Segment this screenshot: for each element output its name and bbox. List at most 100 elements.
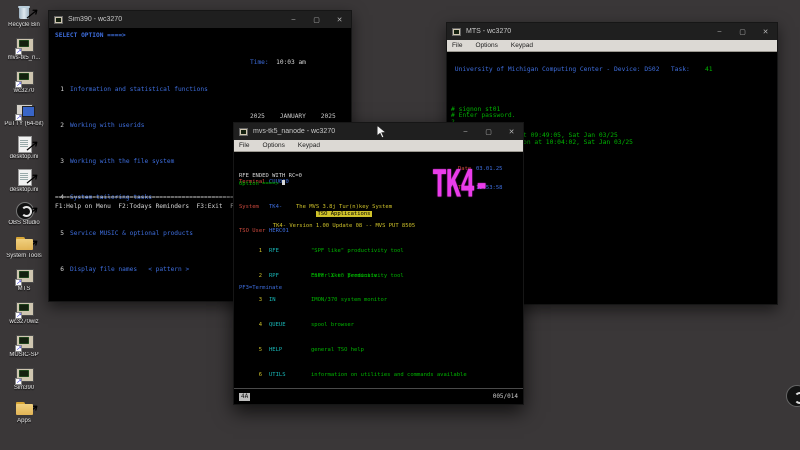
rfe-status-message: RFE ENDED WITH RC=0 — [239, 173, 302, 179]
menu-option-number: 1 — [55, 85, 64, 94]
menu-item[interactable]: Options — [470, 42, 505, 49]
menu-item[interactable]: File — [234, 142, 257, 149]
menu-option-row[interactable]: 3 Working with the file system — [55, 157, 212, 166]
menu-option-number: 5 — [55, 229, 64, 238]
shortcut-arrow-icon — [15, 279, 22, 286]
maximize-button[interactable]: ▢ — [305, 11, 328, 28]
desktop-icon-image — [12, 334, 36, 352]
close-button[interactable]: ✕ — [328, 11, 351, 28]
desktop-icon-image — [12, 37, 36, 55]
tso-app-name: UTILS — [269, 372, 311, 378]
close-button[interactable]: ✕ — [500, 123, 523, 140]
mts-banner: University of Michigan Computing Center … — [451, 67, 713, 74]
sim390-titlebar[interactable]: Sim390 - wc3270 – ▢ ✕ — [49, 11, 351, 28]
desktop-icon-image — [12, 268, 36, 286]
tso-app-row[interactable]: 6 UTILSinformation on utilities and comma… — [256, 372, 467, 378]
minimize-button[interactable]: – — [454, 123, 477, 140]
wc3270-app-icon — [54, 16, 63, 24]
menu-option-row[interactable]: 6 Display file names < pattern > — [55, 265, 212, 274]
menu-option-row[interactable]: 1 Information and statistical functions — [55, 85, 212, 94]
maximize-button[interactable]: ▢ — [477, 123, 500, 140]
desktop-icon[interactable]: System Tools — [2, 235, 46, 268]
menu-option-row[interactable]: 5Service MUSIC & optional products — [55, 229, 212, 238]
tso-app-name: IN — [269, 297, 311, 303]
minimize-button[interactable]: – — [282, 11, 305, 28]
menu-option-number: 3 — [55, 157, 64, 166]
tso-app-row[interactable]: 4QUEUEspool browser — [256, 322, 467, 328]
tso-app-description: IMON/370 system monitor — [311, 297, 387, 303]
menu-option-number: 2 — [55, 121, 64, 130]
desktop-icon[interactable]: desktop.ini — [2, 136, 46, 169]
tso-app-description: spool browser — [311, 322, 354, 328]
desktop-icon-image — [12, 70, 36, 88]
mts-titlebar[interactable]: MTS - wc3270 – ▢ ✕ — [447, 23, 777, 40]
desktop-icon-label: MTS — [2, 286, 46, 292]
menu-option-label: Display file names < pattern > — [70, 266, 189, 273]
calendar-blank-row — [250, 85, 347, 94]
menu-item[interactable]: Keypad — [506, 42, 541, 49]
tso-app-name: RPF — [269, 273, 311, 279]
desktop-icon-label: PuTTY (64-bit) — [2, 121, 46, 127]
desktop-icon-image — [12, 136, 36, 154]
tso-app-number: 4 — [256, 322, 262, 328]
tso-app-number: 1 — [256, 248, 262, 254]
desktop-icon-label: wc3270 — [2, 88, 46, 94]
desktop-icon-image — [12, 367, 36, 385]
select-option-prompt: SELECT OPTION ====> — [55, 31, 126, 40]
tso-app-row[interactable]: 3 INIMON/370 system monitor — [256, 297, 467, 303]
desktop-icon[interactable]: Sim390 — [2, 367, 46, 400]
menu-option-number: 6 — [55, 265, 64, 274]
obs-icon-partial[interactable] — [786, 385, 800, 407]
desktop-icon-column: Recycle Bin mvs-tk5_n... wc3270 PuTTY (6… — [2, 4, 46, 433]
desktop-icon[interactable]: Recycle Bin — [2, 4, 46, 37]
shortcut-arrow-icon — [15, 48, 22, 55]
tso-app-number: 3 — [256, 297, 262, 303]
tso-app-description: information on utilities and commands av… — [311, 372, 467, 378]
tso-app-number: 5 — [256, 347, 262, 353]
menu-option-label: Working with the file system — [70, 158, 174, 165]
desktop-icon-label: mvs-tk5_n... — [2, 55, 46, 61]
desktop-icon-image — [12, 235, 36, 253]
tk4-logo: TK4- — [432, 180, 488, 189]
menu-option-row[interactable]: 2 Working with userids — [55, 121, 212, 130]
tk4-window[interactable]: mvs-tk5_nanode - wc3270 – ▢ ✕ FileOption… — [233, 122, 524, 405]
tso-app-number: 6 — [256, 372, 262, 378]
function-key-bar: F1:Help on Menu F2:Todays Reminders F3:E… — [55, 202, 238, 211]
operator-information-area: 4A 005/014 — [234, 388, 523, 404]
time-row: Time: 10:03 am — [250, 58, 347, 67]
desktop-icon-image — [12, 400, 36, 418]
desktop-icon[interactable]: desktop.ini — [2, 169, 46, 202]
close-button[interactable]: ✕ — [754, 23, 777, 40]
menu-item[interactable]: Keypad — [293, 142, 328, 149]
desktop-icon[interactable]: Apps — [2, 400, 46, 433]
desktop-icon[interactable]: PuTTY (64-bit) — [2, 103, 46, 136]
menu-option-label: Working with userids — [70, 122, 145, 129]
desktop-icon-image — [12, 301, 36, 319]
desktop-icon[interactable]: mvs-tk5_n... — [2, 37, 46, 70]
mouse-cursor — [376, 124, 387, 144]
desktop-icon[interactable]: wc3270 — [2, 70, 46, 103]
tso-app-number: 2 — [256, 273, 262, 279]
tso-app-row[interactable]: 1RFE"SPF like" productivity tool — [256, 248, 467, 254]
maximize-button[interactable]: ▢ — [731, 23, 754, 40]
tso-app-row[interactable]: 5HELPgeneral TSO help — [256, 347, 467, 353]
desktop-icon-label: wc3270wiz — [2, 319, 46, 325]
tk4-terminal-screen[interactable]: TerminalCUU0C0 SystemTK4- TSO UserHERC01… — [234, 152, 523, 388]
option-input-line[interactable]: Option ====> — [239, 180, 285, 187]
desktop-icon[interactable]: MUSIC-SP — [2, 334, 46, 367]
desktop-icon[interactable]: MTS — [2, 268, 46, 301]
desktop-icon-image — [12, 169, 36, 187]
desktop-icon[interactable]: OBS Studio — [2, 202, 46, 235]
minimize-button[interactable]: – — [708, 23, 731, 40]
menu-item[interactable]: Options — [257, 142, 292, 149]
sim390-window-title: Sim390 - wc3270 — [68, 16, 282, 23]
mts-window-title: MTS - wc3270 — [466, 28, 708, 35]
menu-option-label: Information and statistical functions — [70, 86, 208, 93]
menu-item[interactable]: File — [447, 42, 470, 49]
desktop-icon[interactable]: wc3270wiz — [2, 301, 46, 334]
tso-app-name: HELP — [269, 347, 311, 353]
desktop-icon-label: Sim390 — [2, 385, 46, 391]
shortcut-arrow-icon — [15, 81, 22, 88]
wc3270-app-icon — [239, 128, 248, 136]
tso-app-name: RFE — [269, 248, 311, 254]
